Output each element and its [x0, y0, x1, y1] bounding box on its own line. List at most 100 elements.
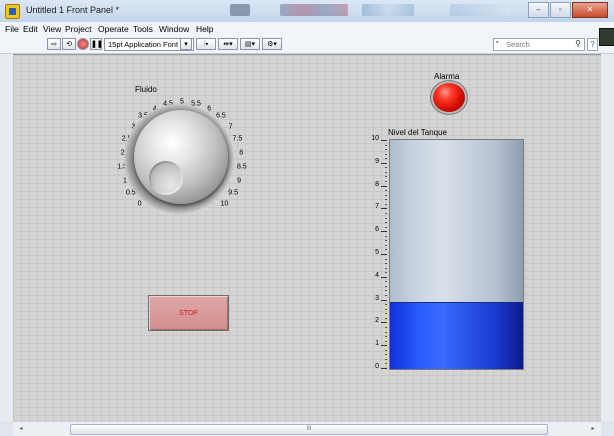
tank-scale-minor-tick — [385, 190, 387, 192]
tank-scale-major-tick — [381, 231, 387, 233]
tank-scale-minor-tick — [385, 217, 387, 219]
tank-scale-minor-tick — [385, 295, 387, 297]
knob-scale-label: 6 — [207, 105, 212, 113]
tank-scale-minor-tick — [385, 171, 387, 173]
tank-scale-minor-tick — [385, 167, 387, 169]
close-button[interactable]: ✕ — [572, 2, 608, 18]
tank-scale-major-tick — [381, 208, 387, 210]
knob-scale-label: 0 — [137, 200, 142, 208]
tank-scale-minor-tick — [385, 194, 387, 196]
tank-scale-minor-tick — [385, 326, 387, 328]
tank-scale-label: 6 — [375, 226, 379, 234]
tank-scale-minor-tick — [385, 153, 387, 155]
scroll-thumb[interactable]: III — [70, 424, 548, 435]
knob-scale-label: 9 — [237, 177, 242, 185]
resize-objects-icon[interactable]: ▤▾ — [240, 38, 260, 50]
tank-scale-minor-tick — [385, 304, 387, 306]
distribute-objects-icon[interactable]: ⇹▾ — [218, 38, 238, 50]
knob-scale-label: 8 — [239, 149, 244, 157]
tank-scale-minor-tick — [385, 349, 387, 351]
tank-scale-label: 4 — [375, 271, 379, 279]
tank-scale-minor-tick — [385, 263, 387, 265]
tank-scale-minor-tick — [385, 212, 387, 214]
tank-scale-minor-tick — [385, 331, 387, 333]
tank-scale-minor-tick — [385, 313, 387, 315]
menu-help[interactable]: Help — [196, 24, 213, 34]
tank-scale-minor-tick — [385, 222, 387, 224]
knob-scale-label: 7 — [228, 123, 233, 131]
tank-scale-major-tick — [381, 276, 387, 278]
toolbar: ⇨ ⟲ ❚❚ 15pt Application Font ▾ ⫶▾ ⇹▾ ▤▾ … — [0, 36, 614, 54]
scroll-left-icon[interactable]: ◂ — [16, 424, 26, 434]
tank-scale-label: 5 — [375, 249, 379, 256]
menu-file[interactable]: File — [5, 24, 19, 34]
tank-scale-minor-tick — [385, 144, 387, 146]
menu-edit[interactable]: Edit — [23, 24, 38, 34]
tank-label: Nivel del Tanque — [388, 128, 448, 137]
fluido-knob[interactable] — [134, 110, 228, 204]
tank-scale-minor-tick — [385, 290, 387, 292]
knob-scale-label: 9.5 — [228, 189, 239, 197]
search-icon[interactable]: ⚲ — [575, 39, 581, 48]
font-select-label: 15pt Application Font — [108, 40, 179, 49]
reorder-icon[interactable]: ⚙▾ — [262, 38, 282, 50]
tank-scale-major-tick — [381, 254, 387, 255]
minimize-button[interactable]: ‒ — [528, 2, 549, 18]
menu-operate[interactable]: Operate — [98, 24, 129, 34]
tank-scale-minor-tick — [385, 336, 387, 338]
run-arrow-icon[interactable]: ⇨ — [47, 38, 61, 50]
tank-scale-minor-tick — [385, 149, 387, 151]
abort-icon[interactable] — [77, 38, 89, 50]
tank-scale-major-tick — [381, 185, 387, 187]
help-button[interactable]: ? — [587, 38, 598, 51]
menu-project[interactable]: Project — [65, 24, 91, 34]
title-decoration — [362, 4, 414, 16]
tank-scale-minor-tick — [385, 235, 387, 237]
tank-scale-minor-tick — [385, 354, 387, 356]
tank-scale-label: 7 — [375, 203, 379, 211]
font-dropdown-icon[interactable]: ▾ — [180, 38, 192, 50]
stop-button[interactable]: STOP — [148, 295, 229, 331]
tank-scale-minor-tick — [385, 258, 387, 260]
labview-icon — [5, 4, 20, 19]
tank-scale-major-tick — [381, 322, 387, 324]
tank-scale-label: 9 — [375, 157, 379, 165]
window-title: Untitled 1 Front Panel * — [26, 5, 120, 15]
tank-scale-label: 2 — [375, 317, 379, 325]
tank-scale-minor-tick — [385, 267, 387, 269]
search-input[interactable] — [506, 39, 574, 50]
align-objects-icon[interactable]: ⫶▾ — [196, 38, 216, 50]
tank-scale-minor-tick — [385, 285, 387, 287]
tank-scale-minor-tick — [385, 281, 387, 283]
vi-icon[interactable] — [599, 28, 614, 46]
tank-scale-minor-tick — [385, 308, 387, 310]
knob-pointer[interactable] — [149, 161, 183, 195]
horizontal-scrollbar[interactable]: ◂ III ▸ — [13, 421, 601, 436]
menu-window[interactable]: Window — [159, 24, 189, 34]
tank-scale-major-tick — [381, 140, 387, 141]
menu-view[interactable]: View — [43, 24, 61, 34]
menu-tools[interactable]: Tools — [133, 24, 153, 34]
tank-scale-minor-tick — [385, 199, 387, 201]
window-controls: ‒ ▫ ✕ — [527, 2, 608, 18]
tank-scale-minor-tick — [385, 181, 387, 183]
tank-scale-major-tick — [381, 162, 387, 164]
title-decoration — [450, 4, 510, 16]
search-scope-icon: ▪ — [496, 39, 499, 46]
maximize-button[interactable]: ▫ — [550, 2, 571, 18]
title-bar: Untitled 1 Front Panel * ‒ ▫ ✕ — [0, 0, 614, 23]
panel-right-edge — [601, 54, 614, 421]
tank-scale-minor-tick — [385, 176, 387, 178]
scroll-right-icon[interactable]: ▸ — [588, 424, 598, 434]
tank-scale-minor-tick — [385, 358, 387, 360]
title-decoration — [280, 4, 348, 16]
tank-scale-minor-tick — [385, 317, 387, 319]
tank-scale-minor-tick — [385, 363, 387, 365]
run-continuously-icon[interactable]: ⟲ — [62, 38, 76, 50]
tank-scale-label: 10 — [371, 135, 379, 142]
search-box[interactable]: ▪ ⚲ — [493, 38, 585, 51]
knob-label: Fluido — [135, 85, 157, 94]
tank-scale-minor-tick — [385, 244, 387, 246]
pause-icon[interactable]: ❚❚ — [90, 38, 103, 50]
tank-scale-minor-tick — [385, 340, 387, 342]
